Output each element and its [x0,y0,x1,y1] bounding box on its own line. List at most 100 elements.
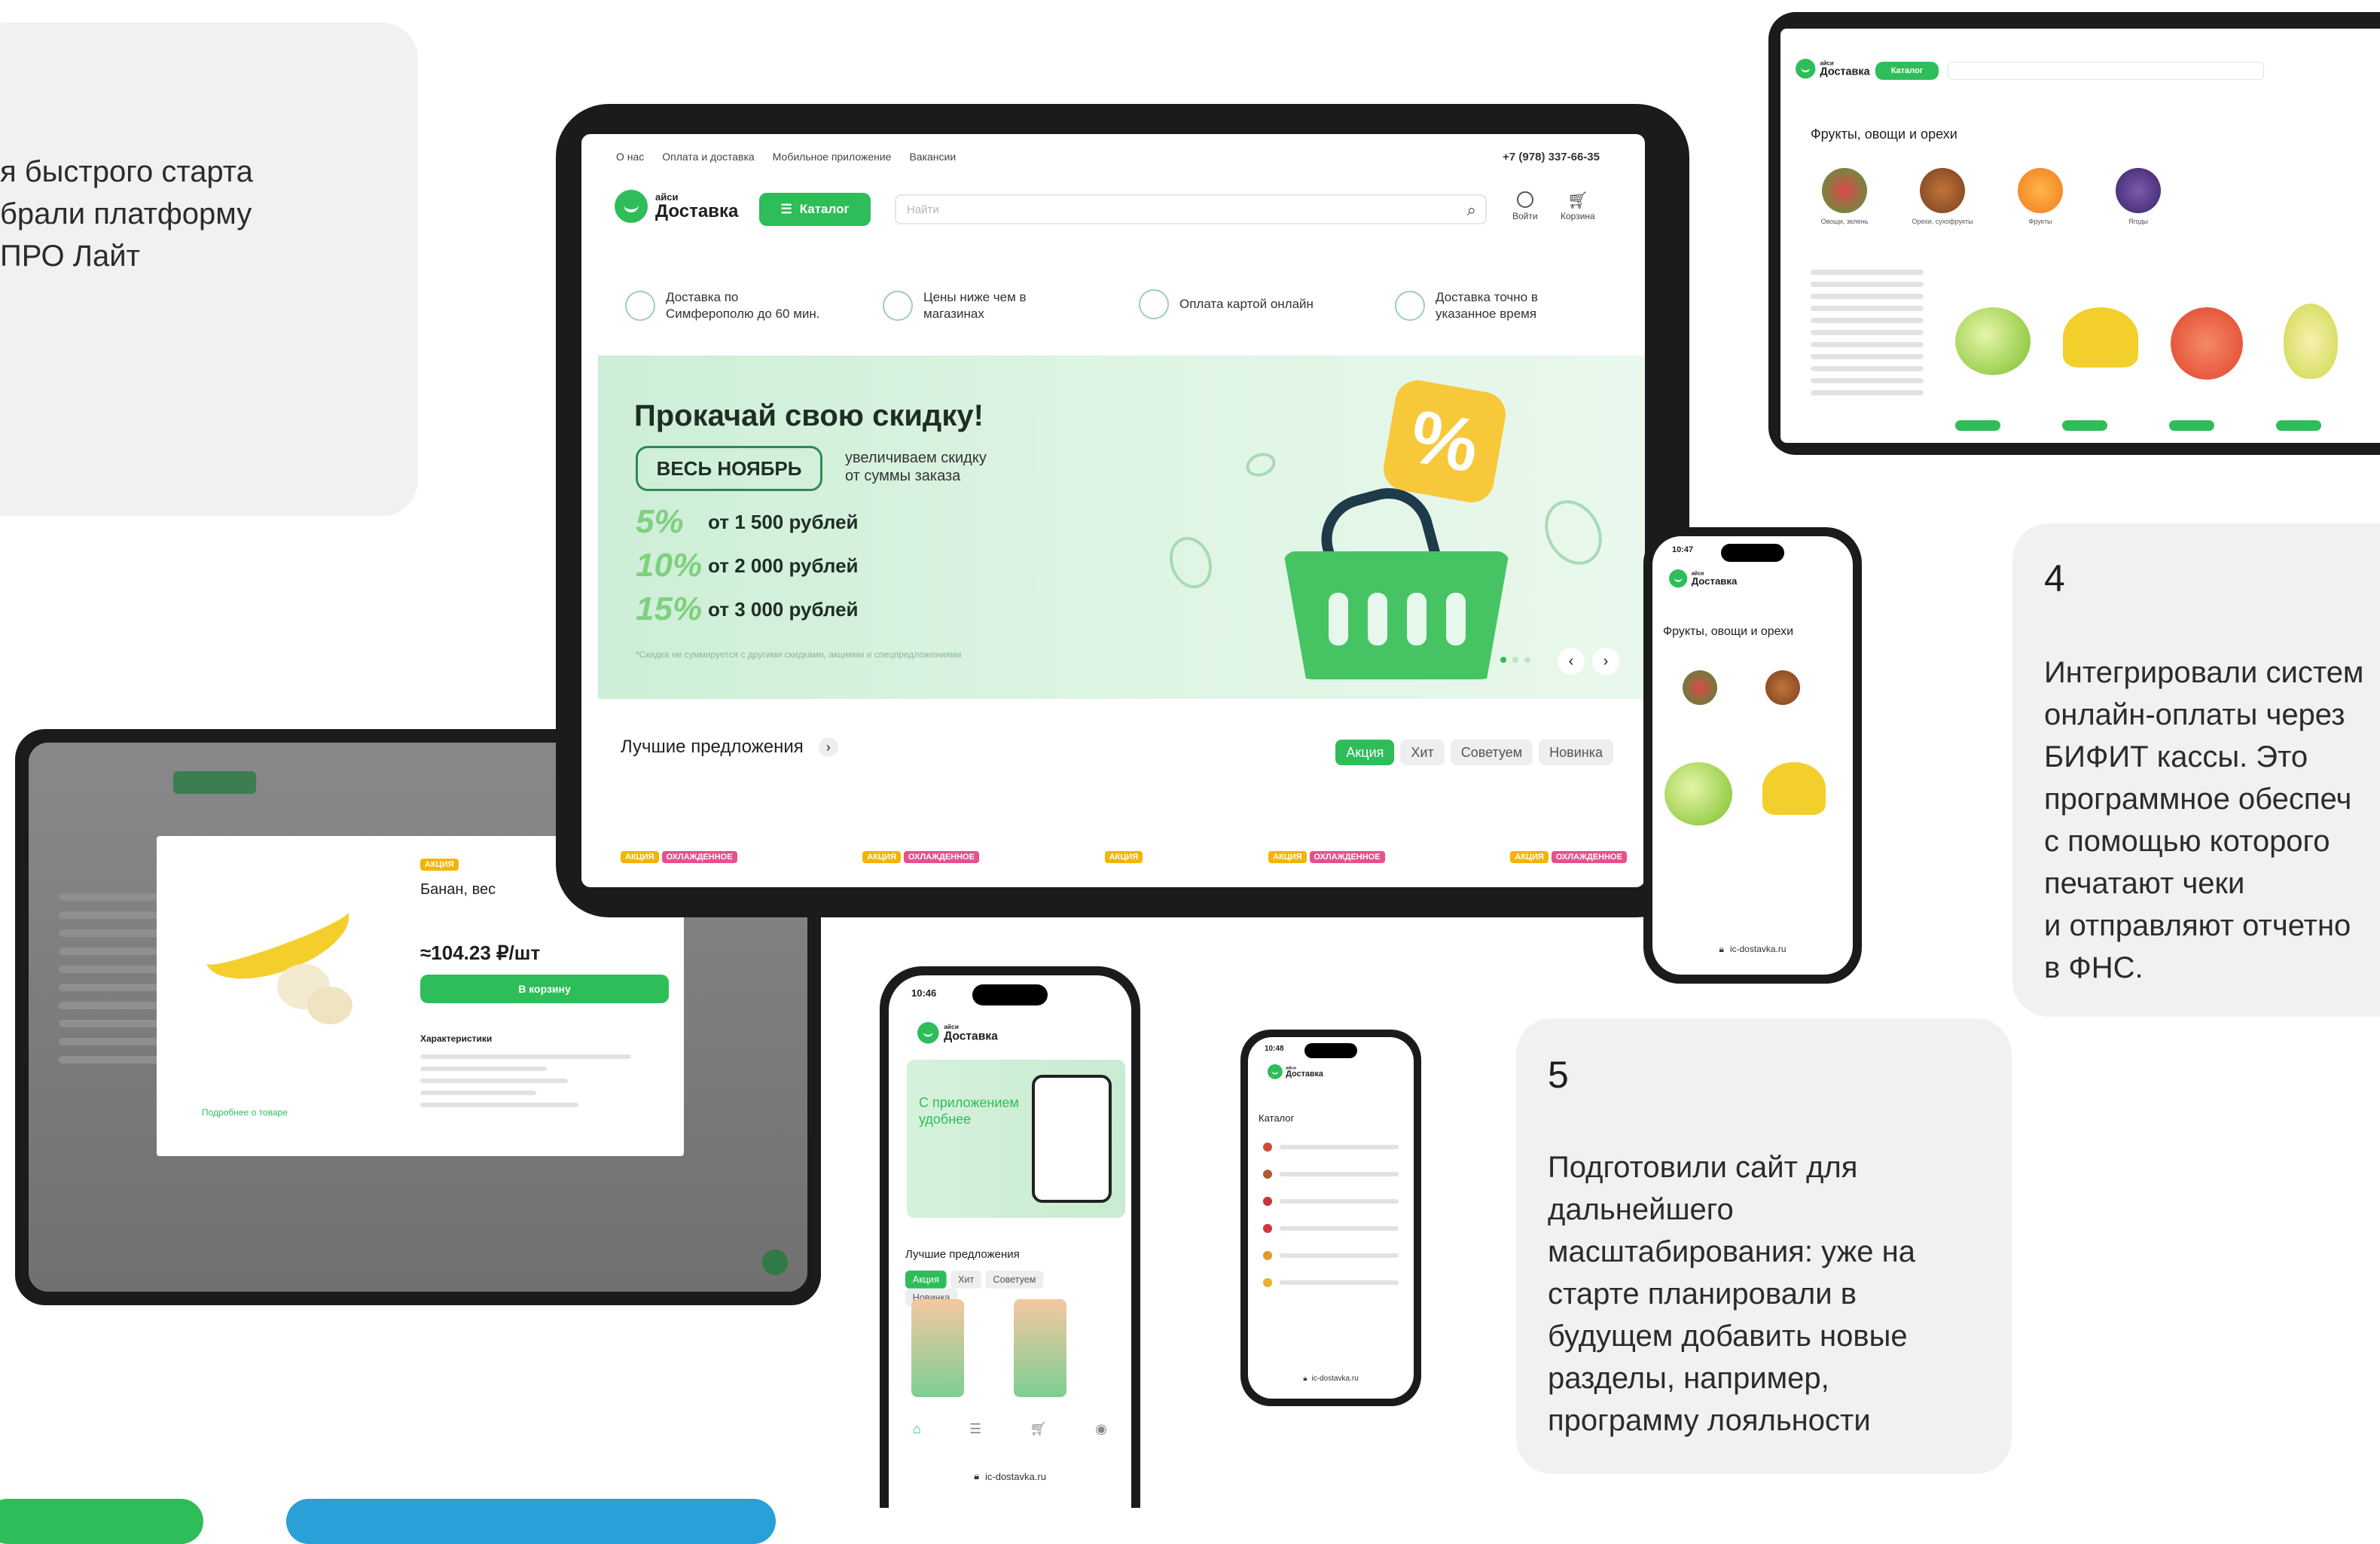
chip-hit[interactable]: Хит [950,1271,982,1289]
app-promo-banner[interactable]: С приложением удобнее [907,1060,1125,1218]
add-to-cart-button[interactable] [1955,420,2000,431]
search-icon[interactable]: ⌕ [1467,200,1476,220]
page-title: Каталог [1259,1112,1295,1124]
discount-text-2: от 2 000 рублей [708,554,859,577]
nuts-image [1765,670,1800,705]
basket-illustration: % [1162,377,1613,687]
info-card-4: 4 Интегрировали систем онлайн-оплаты чер… [2012,523,2380,1017]
best-offers-title[interactable]: Лучшие предложения [905,1248,1020,1261]
slider-prev-button[interactable]: ‹ [1558,648,1585,675]
characteristics-lines [420,1054,631,1118]
site-logo[interactable]: айси Доставка [1268,1064,1323,1079]
chip-promo[interactable]: Акция [1335,740,1395,765]
add-to-cart-button[interactable] [2062,420,2107,431]
chip-promo[interactable]: Акция [905,1271,947,1289]
product-details-link[interactable]: Подробнее о товаре [202,1107,288,1118]
tile-berries[interactable]: Ягоды [2104,168,2172,225]
catalog-icon[interactable]: ☰ [969,1421,981,1437]
percent-icon: % [1404,393,1485,489]
info-card-5: 5 Подготовили сайт для дальнейшего масшт… [1516,1018,2012,1474]
browser-bar[interactable]: 🔒︎ ic-dostavka.ru [1652,934,1853,964]
bottom-nav: ⌂ ☰ 🛒︎ ◉ [889,1408,1131,1449]
discount-row-1: 5% от 1 500 рублей [636,503,859,541]
tablet-main: О нас Оплата и доставка Мобильное прилож… [556,104,1689,917]
card-icon [1139,289,1169,319]
browser-bar[interactable]: 🔒︎ ic-dostavka.ru [1248,1367,1414,1390]
discount-row-3: 15% от 3 000 рублей [636,590,859,628]
best-offers-title: Лучшие предложения [621,737,804,757]
best-offers-heading[interactable]: Лучшие предложения › [621,737,838,758]
chip-recommend[interactable]: Советуем [985,1271,1044,1289]
add-to-cart-button[interactable]: В корзину [420,975,669,1003]
banana-image [1762,762,1826,815]
login-label: Войти [1512,211,1538,221]
coin-icon-3 [1533,490,1613,575]
nav-mobile-app[interactable]: Мобильное приложение [773,151,892,163]
phone-a-screen: 10:47 айси Доставка Фрукты, овощи и орехи… [1652,536,1853,975]
coin-icon-2 [1243,449,1279,481]
slider-next-button[interactable]: › [1592,648,1619,675]
blurred-catalog-button [173,771,256,794]
cart-label: Корзина [1561,211,1595,221]
search-input[interactable]: Найти ⌕ [895,194,1487,224]
user-icon[interactable]: ◉ [1095,1421,1107,1437]
user-icon [1516,191,1533,208]
catalog-button[interactable]: ☰ Каталог [759,193,871,226]
category-tiles: Овощи, зелень Орехи, сухофрукты Фрукты Я… [1811,168,2172,225]
lock-icon: 🔒︎ [1303,1374,1307,1383]
site-logo[interactable]: айси Доставка [1796,59,1870,79]
info-card-5-text: Подготовили сайт для дальнейшего масштаб… [1548,1151,1915,1437]
url-text: ic-dostavka.ru [1729,944,1787,954]
logo-big-text: Доставка [655,201,739,221]
nav-about[interactable]: О нас [616,151,644,163]
tile-fruits[interactable]: Фрукты [2006,168,2074,225]
add-to-cart-button[interactable] [2169,420,2214,431]
banner-title: Прокачай свою скидку! [634,399,984,432]
scroll-up-button[interactable] [762,1250,788,1275]
chevron-right-icon: › [818,737,838,757]
dynamic-island [1304,1043,1357,1058]
header-phone[interactable]: +7 (978) 337-66-35 [1503,151,1600,163]
phone-c-screen: 10:48 айси Доставка Каталог 🔒︎ ic-dostavka… [1248,1037,1414,1399]
tile-vegetables[interactable]: Овощи, зелень [1811,168,1878,225]
cart-button[interactable]: 🛒︎ Корзина [1561,191,1595,222]
site-logo[interactable]: айси Доставка [615,190,738,223]
catalog-button[interactable]: Каталог [1875,62,1939,80]
site-logo[interactable]: айси Доставка [917,1022,998,1044]
product-card-2[interactable] [1014,1299,1066,1397]
search-input[interactable] [1948,62,2264,80]
category-title: Фрукты, овощи и орехи [1811,127,1957,142]
home-icon[interactable]: ⌂ [913,1421,921,1437]
search-placeholder: Найти [907,203,939,216]
tablet-main-screen: О нас Оплата и доставка Мобильное прилож… [581,134,1645,887]
lime-image [1955,307,2031,375]
catalog-button-label: Каталог [799,202,850,216]
green-pill-decoration [0,1499,203,1544]
chip-hit[interactable]: Хит [1400,740,1445,765]
site-logo[interactable]: айси Доставка [1669,569,1737,588]
login-button[interactable]: Войти [1512,191,1538,221]
nav-vacancies[interactable]: Вакансии [909,151,956,163]
logo-icon [615,190,648,223]
promo-banner[interactable]: Прокачай свою скидку! ВЕСЬ НОЯБРЬ увелич… [598,355,1645,699]
add-to-cart-button[interactable] [2276,420,2321,431]
browser-bar[interactable]: 🔒︎ ic-dostavka.ru [889,1461,1131,1491]
tag-promo: АКЦИЯ [1268,851,1307,863]
product-card-1[interactable] [911,1299,964,1397]
tag-promo: АКЦИЯ [1510,851,1549,863]
feature-delivery-text: Доставка по Симферополю до 60 мин. [666,290,820,321]
characteristics-heading: Характеристики [420,1033,493,1044]
chip-recommend[interactable]: Советуем [1450,740,1533,765]
pear-image [2284,304,2338,379]
clock-icon [1395,291,1425,321]
tag-promo: АКЦИЯ [1104,851,1143,863]
chip-new[interactable]: Новинка [1539,740,1613,765]
tag-chilled: ОХЛАЖДЕННОЕ [903,851,979,863]
feature-on-time: Доставка точно в указанное время [1395,289,1538,322]
discount-pct-2: 10% [636,547,703,584]
slider-dots [1500,657,1530,663]
tile-nuts[interactable]: Орехи, сухофрукты [1909,168,1976,225]
cart-icon[interactable]: 🛒︎ [1030,1421,1047,1437]
nav-payment-delivery[interactable]: Оплата и доставка [662,151,754,163]
info-card-1-text: я быстрого старта брали платформу ПРО Ла… [0,155,253,273]
